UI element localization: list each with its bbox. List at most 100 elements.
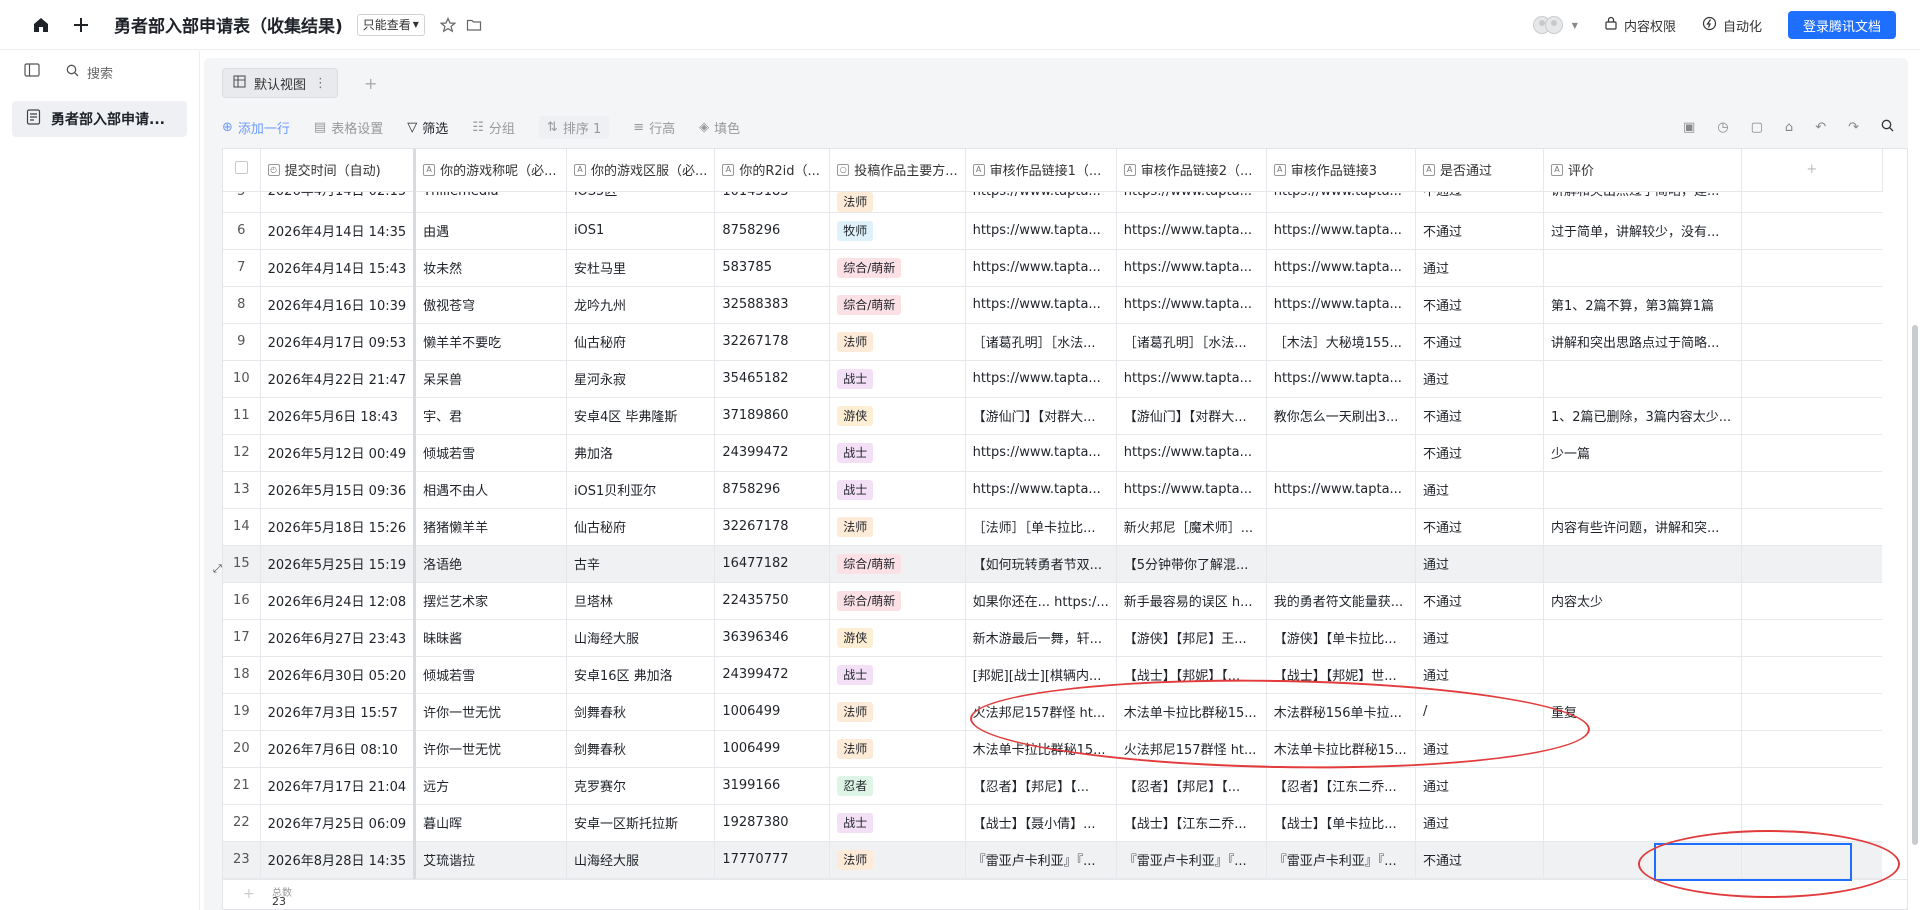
l1-cell[interactable]: 【战士】【聂小倩】... <box>965 804 1117 842</box>
fill-color-button[interactable]: ◈ 填色 <box>699 118 740 137</box>
l3-cell[interactable]: 【战士】【邦妮】世... <box>1266 656 1417 694</box>
name-cell[interactable]: 相遇不由人 <box>414 471 567 509</box>
table-row[interactable]: 13 2026年5月15日 09:36 相遇不由人 iOS1贝利亚尔 8758296 战士… <box>223 471 1907 509</box>
comment-cell[interactable] <box>1543 619 1742 657</box>
l2-cell[interactable]: 【游侠】【邦尼】王... <box>1116 619 1267 657</box>
server-cell[interactable]: 剑舞春秋 <box>566 693 716 731</box>
comment-cell[interactable] <box>1543 841 1742 879</box>
rid-cell[interactable]: 19287380 <box>714 804 831 842</box>
l1-cell[interactable]: 新木游最后一舞，轩... <box>965 619 1117 657</box>
l1-cell[interactable]: https://www.tapta... <box>965 360 1117 398</box>
sidebar-toggle-icon[interactable] <box>24 63 40 81</box>
server-cell[interactable]: iOS5区 <box>566 191 716 213</box>
rid-cell[interactable]: 16477182 <box>714 545 831 583</box>
automation-button[interactable]: 自动化 <box>1702 16 1762 35</box>
time-cell[interactable]: 2026年7月25日 06:09 <box>260 804 417 842</box>
rid-cell[interactable]: 24399472 <box>714 434 831 472</box>
server-cell[interactable]: 剑舞春秋 <box>566 730 716 768</box>
name-cell[interactable]: 猪猪懒羊羊 <box>414 508 567 546</box>
l3-cell[interactable]: 木法单卡拉比群秘15... <box>1266 730 1417 768</box>
pass-cell[interactable]: 通过 <box>1415 767 1544 805</box>
table-row[interactable]: 12 2026年5月12日 00:49 倾城若雪 弗加洛 24399472 战士 https… <box>223 434 1907 472</box>
table-row[interactable]: 15 2026年5月25日 15:19 洛语绝 古辛 16477182 综合/萌新 【如何玩… <box>223 545 1907 583</box>
time-cell[interactable]: 2026年4月16日 10:39 <box>260 286 417 324</box>
pass-cell[interactable]: 不通过 <box>1415 508 1544 546</box>
table-row[interactable]: 18 2026年6月30日 05:20 倾城若雪 安卓16区 弗加洛 24399472 战… <box>223 656 1907 694</box>
pass-cell[interactable]: 不通过 <box>1415 582 1544 620</box>
l2-cell[interactable]: 木法单卡拉比群秘15... <box>1116 693 1267 731</box>
pass-cell[interactable]: 通过 <box>1415 249 1544 287</box>
table-row[interactable]: 7 2026年4月14日 15:43 妆未然 安杜马里 583785 综合/萌新 https… <box>223 249 1907 287</box>
rid-cell[interactable]: 24399472 <box>714 656 831 694</box>
clipboard-icon[interactable]: ▣ <box>1683 120 1695 135</box>
rid-cell[interactable]: 10145183 <box>714 191 831 213</box>
comment-cell[interactable] <box>1543 360 1742 398</box>
file-icon[interactable]: ▢ <box>1751 120 1763 135</box>
comment-cell[interactable] <box>1543 767 1742 805</box>
pass-cell[interactable]: 不通过 <box>1415 841 1544 879</box>
category-cell[interactable]: 战士 <box>829 804 966 842</box>
time-cell[interactable]: 2026年6月24日 12:08 <box>260 582 417 620</box>
time-cell[interactable]: 2026年7月3日 15:57 <box>260 693 417 731</box>
readonly-dropdown[interactable]: 只能查看 ▼ <box>356 13 425 36</box>
comment-cell[interactable] <box>1543 249 1742 287</box>
comment-cell[interactable] <box>1543 471 1742 509</box>
l2-cell[interactable]: 『雷亚卢卡利亚』『... <box>1116 841 1267 879</box>
table-row[interactable]: 21 2026年7月17日 21:04 远方 克罗赛尔 3199166 忍者 【忍者】【邦尼… <box>223 767 1907 805</box>
column-header[interactable]: A 是否通过 <box>1415 149 1544 192</box>
column-header[interactable]: A 你的游戏称呢（必... <box>414 149 567 192</box>
rid-cell[interactable]: 32267178 <box>714 323 831 361</box>
server-cell[interactable]: iOS1贝利亚尔 <box>566 471 716 509</box>
pass-cell[interactable]: 通过 <box>1415 360 1544 398</box>
pass-cell[interactable]: 通过 <box>1415 619 1544 657</box>
comment-cell[interactable]: 内容有些许问题，讲解和突... <box>1543 508 1742 546</box>
rid-cell[interactable]: 8758296 <box>714 212 831 250</box>
l3-cell[interactable]: https://www.tapta... <box>1266 286 1417 324</box>
server-cell[interactable]: 仙古秘府 <box>566 323 716 361</box>
l2-cell[interactable]: ［诸葛孔明］［水法... <box>1116 323 1267 361</box>
rid-cell[interactable]: 32267178 <box>714 508 831 546</box>
pass-cell[interactable]: 不通过 <box>1415 323 1544 361</box>
l1-cell[interactable]: 【游仙门】【对群大... <box>965 397 1117 435</box>
column-header[interactable]: ◴ 提交时间（自动) <box>260 149 417 192</box>
vertical-scrollbar[interactable] <box>1912 325 1918 845</box>
name-cell[interactable]: 许你一世无忧 <box>414 730 567 768</box>
name-cell[interactable]: 远方 <box>414 767 567 805</box>
l2-cell[interactable]: https://www.tapta... <box>1116 434 1267 472</box>
comment-cell[interactable]: 内容太少 <box>1543 582 1742 620</box>
l2-cell[interactable]: https://www.tapta... <box>1116 249 1267 287</box>
l1-cell[interactable]: 【忍者】【邦尼】【... <box>965 767 1117 805</box>
comment-cell[interactable]: 少一篇 <box>1543 434 1742 472</box>
time-cell[interactable]: 2026年5月15日 09:36 <box>260 471 417 509</box>
l3-cell[interactable] <box>1266 508 1417 546</box>
category-cell[interactable]: 综合/萌新 <box>829 582 966 620</box>
l1-cell[interactable]: https://www.tapta... <box>965 434 1117 472</box>
l1-cell[interactable]: ［诸葛孔明］［水法... <box>965 323 1117 361</box>
l2-cell[interactable]: 新手最容易的误区 h... <box>1116 582 1267 620</box>
l1-cell[interactable]: https://www.tapta... <box>965 249 1117 287</box>
sidebar-search[interactable]: 搜索 <box>66 63 113 82</box>
table-row[interactable]: 19 2026年7月3日 15:57 许你一世无忧 剑舞春秋 1006499 法师 火法邦尼… <box>223 693 1907 731</box>
comment-cell[interactable]: 过于简单，讲解较少，没有... <box>1543 212 1742 250</box>
more-icon[interactable]: ⋮ <box>314 76 327 91</box>
category-cell[interactable]: 法师 <box>829 323 966 361</box>
table-row[interactable]: 23 2026年8月28日 14:35 艾琉谐拉 山海经大服 17770777 法师 『雷亚… <box>223 841 1907 879</box>
l1-cell[interactable]: [邦妮][战士][棋辆内... <box>965 656 1117 694</box>
comment-cell[interactable]: 讲解和突出点过于简略，建... <box>1543 191 1742 213</box>
category-cell[interactable]: 法师 <box>829 693 966 731</box>
time-cell[interactable]: 2026年7月6日 08:10 <box>260 730 417 768</box>
filter-button[interactable]: ▽ 筛选 <box>407 118 448 137</box>
l1-cell[interactable]: 如果你还在... https:/... <box>965 582 1117 620</box>
category-cell[interactable]: 综合/萌新 <box>829 545 966 583</box>
server-cell[interactable]: 安卓16区 弗加洛 <box>566 656 716 694</box>
column-header[interactable]: A 审核作品链接1（... <box>965 149 1117 192</box>
column-header[interactable]: A 审核作品链接3 <box>1266 149 1417 192</box>
category-cell[interactable]: 综合/萌新 <box>829 286 966 324</box>
server-cell[interactable]: 安卓4区 毕弗隆斯 <box>566 397 716 435</box>
name-cell[interactable]: 摆烂艺术家 <box>414 582 567 620</box>
comment-cell[interactable] <box>1543 730 1742 768</box>
l3-cell[interactable]: 教你怎么一天刷出3... <box>1266 397 1417 435</box>
add-row-plus-icon[interactable]: + <box>243 886 255 902</box>
time-cell[interactable]: 2026年5月12日 00:49 <box>260 434 417 472</box>
rid-cell[interactable]: 35465182 <box>714 360 831 398</box>
